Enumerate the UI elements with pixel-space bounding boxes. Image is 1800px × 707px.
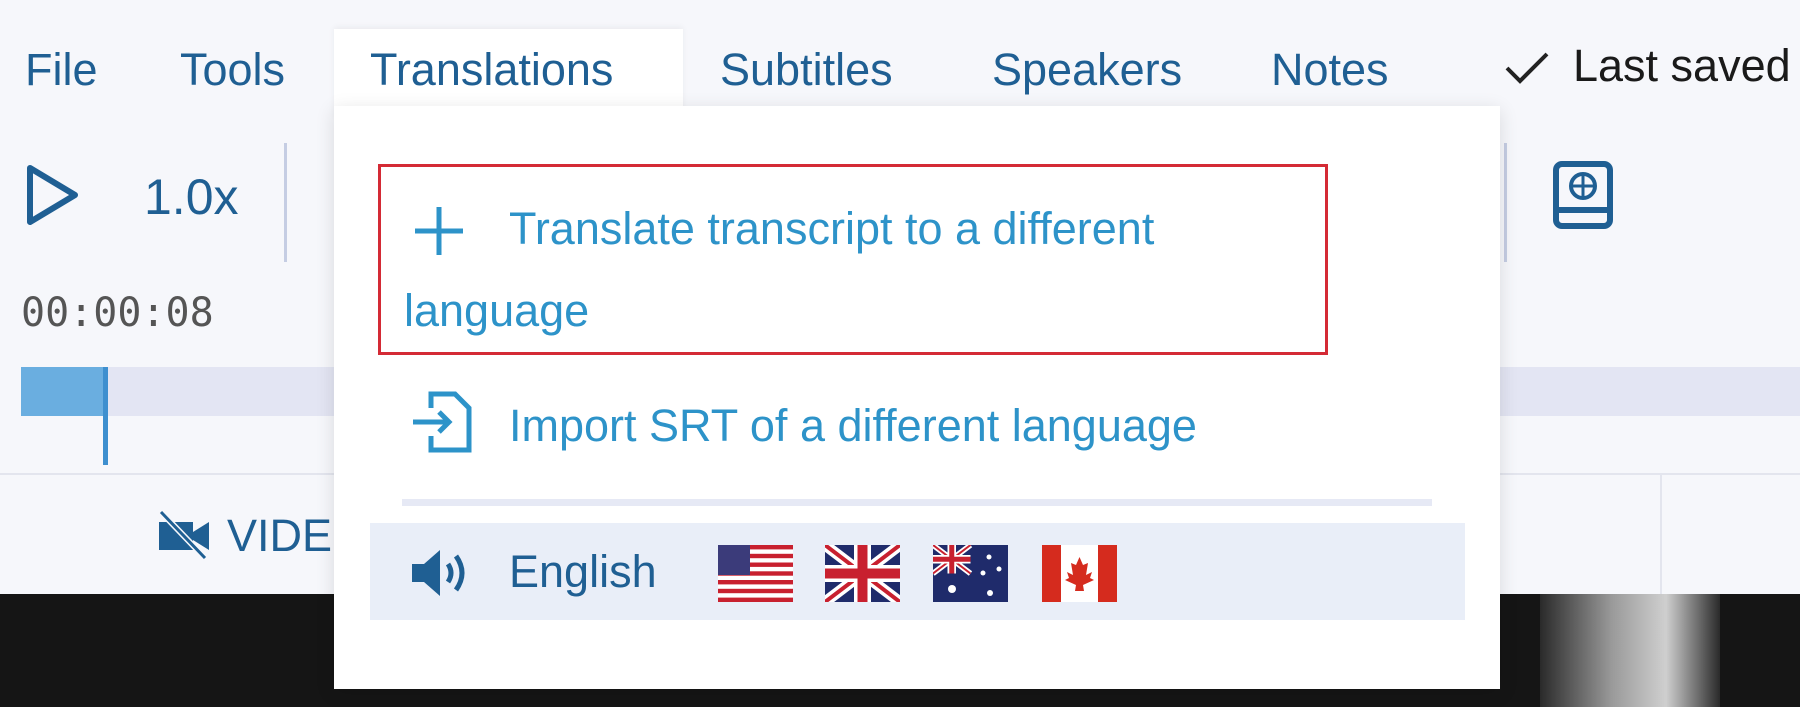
play-icon[interactable]	[25, 164, 81, 226]
glossary-book-icon[interactable]	[1552, 160, 1614, 230]
video-tab-label[interactable]: VIDE	[227, 510, 332, 562]
speed-button[interactable]: 1.0x	[144, 168, 239, 226]
divider	[1660, 475, 1662, 594]
menu-subtitles[interactable]: Subtitles	[720, 44, 893, 96]
us-flag-icon	[718, 545, 793, 602]
menu-notes[interactable]: Notes	[1271, 44, 1389, 96]
toolbar-divider	[284, 143, 287, 262]
timeline-progress	[21, 367, 106, 416]
check-icon	[1505, 52, 1549, 84]
video-off-icon[interactable]	[155, 510, 213, 560]
import-srt-option[interactable]: Import SRT of a different language	[509, 400, 1197, 452]
import-file-icon	[413, 391, 472, 453]
translate-transcript-option-line2[interactable]: language	[404, 285, 589, 337]
menu-tools[interactable]: Tools	[180, 44, 285, 96]
translate-transcript-option[interactable]: Translate transcript to a different	[509, 203, 1154, 255]
video-frame	[1540, 594, 1720, 707]
speaker-icon	[412, 550, 465, 596]
menu-translations[interactable]: Translations	[370, 44, 613, 96]
menu-divider	[402, 499, 1432, 506]
menu-speakers[interactable]: Speakers	[992, 44, 1182, 96]
australia-flag-icon	[933, 545, 1008, 602]
canada-flag-icon	[1042, 545, 1117, 602]
menu-file[interactable]: File	[25, 44, 98, 96]
save-status: Last saved	[1573, 40, 1791, 91]
uk-flag-icon	[825, 545, 900, 602]
playhead[interactable]	[103, 367, 108, 465]
toolbar-divider	[1504, 143, 1507, 262]
timestamp: 00:00:08	[21, 290, 214, 336]
language-label: English	[509, 546, 657, 597]
plus-icon	[415, 207, 463, 255]
